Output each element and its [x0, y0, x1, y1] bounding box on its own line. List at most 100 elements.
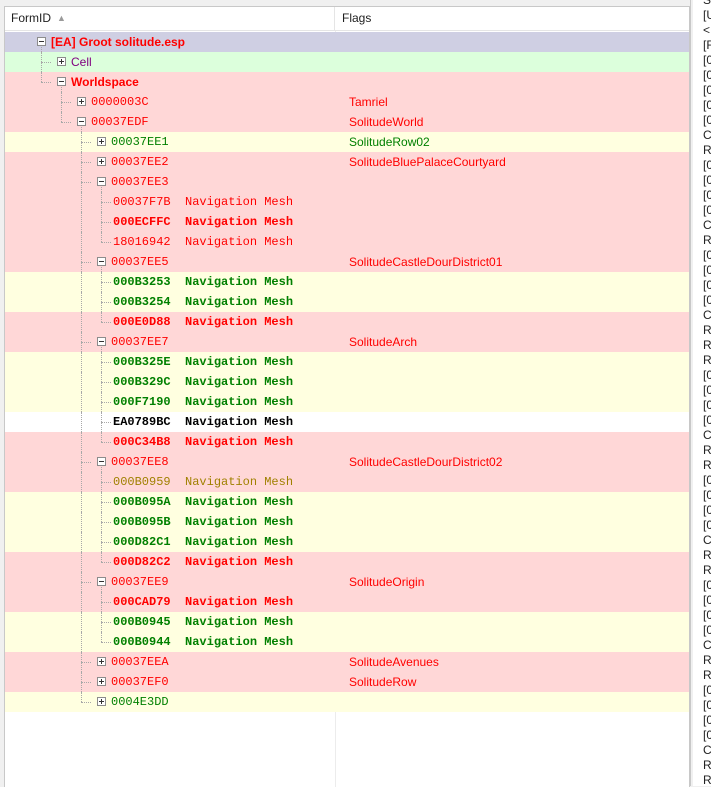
tree-guide-line [101, 362, 111, 363]
expand-plus-icon[interactable] [97, 677, 106, 686]
side-panel-text: [0 [703, 713, 711, 727]
navmesh-row[interactable]: 000D82C1 Navigation Mesh [5, 532, 689, 552]
tree-guide-line [41, 62, 51, 63]
side-panel-text: [0 [703, 398, 711, 412]
side-panel-text: [0 [703, 188, 711, 202]
tree-row[interactable]: 00037EE7 SolitudeArch [5, 332, 689, 352]
tree-guide-line [81, 472, 82, 492]
column-header-formid[interactable]: FormID ▲ [5, 7, 335, 30]
tree-row[interactable]: 00037EE9 SolitudeOrigin [5, 572, 689, 592]
navmesh-row[interactable]: 000B095A Navigation Mesh [5, 492, 689, 512]
expand-plus-icon[interactable] [97, 657, 106, 666]
collapse-minus-icon[interactable] [97, 177, 106, 186]
tree-guide-line [61, 112, 62, 122]
tree-guide-line [81, 352, 82, 372]
navmesh-row[interactable]: 000D82C2 Navigation Mesh [5, 552, 689, 572]
record-flags-label: SolitudeRow02 [349, 135, 430, 149]
record-flags-label: SolitudeCastleDourDistrict01 [349, 255, 503, 269]
tree-row[interactable]: 00037EE3 [5, 172, 689, 192]
tree-guide-line [101, 322, 111, 323]
tree-row[interactable]: 0004E3DD [5, 692, 689, 712]
side-panel-text: [0 [703, 503, 711, 517]
side-text-panel: S [U < [F [0 [0 [0 [0 [0 C R [0 [0 [0 [0 C R [0 [0 [0 [0 C R R R… [693, 0, 711, 786]
record-formid-label: [EA] Groot solitude.esp [51, 35, 186, 49]
navmesh-row[interactable]: 18016942 Navigation Mesh [5, 232, 689, 252]
navmesh-row[interactable]: 000E0D88 Navigation Mesh [5, 312, 689, 332]
tree-row[interactable]: 00037EE1 SolitudeRow02 [5, 132, 689, 152]
record-formid-label: 00037EF0 [111, 675, 169, 689]
tree-guide-line [81, 432, 82, 452]
side-panel-text: [0 [703, 518, 711, 532]
expand-plus-icon[interactable] [97, 157, 106, 166]
tree-guide-line [81, 582, 91, 583]
side-panel-text: C [703, 308, 711, 322]
tree-guide-line [101, 382, 111, 383]
side-panel-text: R [703, 773, 711, 786]
expand-plus-icon[interactable] [57, 57, 66, 66]
navmesh-row[interactable]: 000B0945 Navigation Mesh [5, 612, 689, 632]
record-formid-label: 00037F7B Navigation Mesh [113, 195, 294, 209]
tree-row[interactable]: 00037EE8 SolitudeCastleDourDistrict02 [5, 452, 689, 472]
navmesh-row[interactable]: 000B3254 Navigation Mesh [5, 292, 689, 312]
navmesh-row[interactable]: 000CAD79 Navigation Mesh [5, 592, 689, 612]
record-formid-label: 000F7190 Navigation Mesh [113, 395, 294, 409]
collapse-minus-icon[interactable] [97, 577, 106, 586]
record-formid-label: 000B3253 Navigation Mesh [113, 275, 294, 289]
collapse-minus-icon[interactable] [97, 337, 106, 346]
tree-header: FormID ▲ Flags [5, 7, 689, 31]
navmesh-row[interactable]: EA0789BC Navigation Mesh [5, 412, 689, 432]
navmesh-row[interactable]: 000B095B Navigation Mesh [5, 512, 689, 532]
tree-row[interactable]: 00037EE2 SolitudeBluePalaceCourtyard [5, 152, 689, 172]
tree-row[interactable]: 00037EE5 SolitudeCastleDourDistrict01 [5, 252, 689, 272]
record-tree-view[interactable]: FormID ▲ Flags [EA] Groot solitude.esp Cel… [4, 6, 690, 787]
tree-guide-line [81, 552, 82, 572]
tree-guide-line [81, 372, 82, 392]
tree-guide-line [81, 162, 91, 163]
tree-guide-line [101, 552, 102, 562]
tree-row[interactable]: Cell [5, 52, 689, 72]
tree-row[interactable]: 00037EDF SolitudeWorld [5, 112, 689, 132]
side-panel-text: [0 [703, 293, 711, 307]
side-panel-text: [0 [703, 593, 711, 607]
tree-row[interactable]: 00037EEA SolitudeAvenues [5, 652, 689, 672]
tree-guide-line [101, 502, 111, 503]
tree-guide-line [81, 292, 82, 312]
side-panel-text: [0 [703, 608, 711, 622]
expand-plus-icon[interactable] [97, 137, 106, 146]
side-panel-text: [0 [703, 263, 711, 277]
navmesh-row[interactable]: 000B325E Navigation Mesh [5, 352, 689, 372]
collapse-minus-icon[interactable] [97, 457, 106, 466]
collapse-minus-icon[interactable] [77, 117, 86, 126]
record-flags-label: SolitudeCastleDourDistrict02 [349, 455, 503, 469]
panel-splitter[interactable] [690, 0, 691, 786]
tree-guide-line [101, 432, 102, 442]
record-formid-label: 00037EE8 [111, 455, 169, 469]
navmesh-row[interactable]: 000B3253 Navigation Mesh [5, 272, 689, 292]
collapse-minus-icon[interactable] [37, 37, 46, 46]
tree-row[interactable]: 00037EF0 SolitudeRow [5, 672, 689, 692]
tree-guide-line [41, 72, 42, 82]
column-header-flags[interactable]: Flags [336, 7, 689, 30]
expand-plus-icon[interactable] [97, 697, 106, 706]
collapse-minus-icon[interactable] [97, 257, 106, 266]
record-formid-label: 000C34B8 Navigation Mesh [113, 435, 294, 449]
tree-row[interactable]: Worldspace [5, 72, 689, 92]
navmesh-row[interactable]: 000ECFFC Navigation Mesh [5, 212, 689, 232]
navmesh-row[interactable]: 000B329C Navigation Mesh [5, 372, 689, 392]
navmesh-row[interactable]: 000F7190 Navigation Mesh [5, 392, 689, 412]
record-formid-label: 000B095B Navigation Mesh [113, 515, 294, 529]
tree-row[interactable]: 0000003C Tamriel [5, 92, 689, 112]
expand-plus-icon[interactable] [77, 97, 86, 106]
side-panel-text: R [703, 563, 711, 577]
tree-guide-line [61, 122, 71, 123]
navmesh-row[interactable]: 00037F7B Navigation Mesh [5, 192, 689, 212]
tree-row[interactable]: [EA] Groot solitude.esp [5, 32, 689, 52]
side-panel-text: [0 [703, 113, 711, 127]
navmesh-row[interactable]: 000C34B8 Navigation Mesh [5, 432, 689, 452]
tree-guide-line [101, 242, 111, 243]
navmesh-row[interactable]: 000B0959 Navigation Mesh [5, 472, 689, 492]
side-panel-text: C [703, 128, 711, 142]
collapse-minus-icon[interactable] [57, 77, 66, 86]
navmesh-row[interactable]: 000B0944 Navigation Mesh [5, 632, 689, 652]
tree-guide-line [101, 622, 111, 623]
